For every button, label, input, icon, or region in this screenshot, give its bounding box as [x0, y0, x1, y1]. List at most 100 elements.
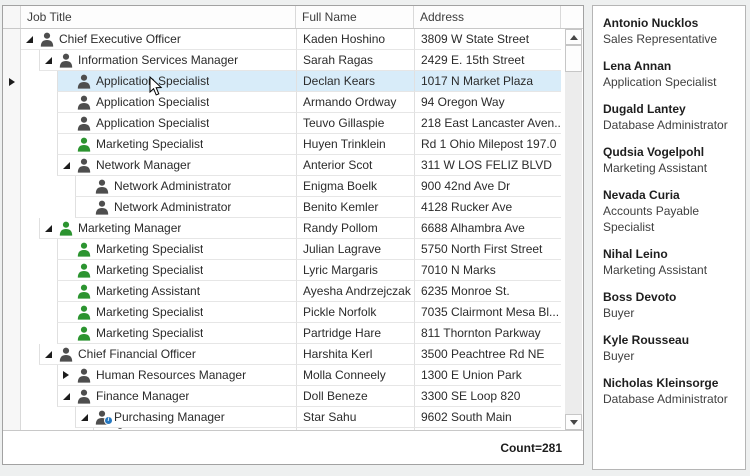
column-header-label: Full Name	[302, 10, 357, 24]
job-title-cell[interactable]: Marketing Assistant	[57, 281, 296, 302]
address-cell[interactable]: 900 42nd Ave Dr	[414, 176, 561, 197]
table-row[interactable]: Chief Executive Officer Kaden Hoshino 38…	[3, 29, 583, 50]
table-row[interactable]: Application Specialist Teuvo Gillaspie 2…	[3, 113, 583, 134]
job-title-cell[interactable]: Network Manager	[57, 155, 296, 176]
full-name-cell[interactable]: Benito Kemler	[296, 197, 414, 218]
table-row[interactable]: Network Administrator Enigma Boelk 900 4…	[3, 176, 583, 197]
full-name-cell[interactable]: Pickle Norfolk	[296, 302, 414, 323]
vertical-scrollbar[interactable]	[565, 29, 582, 430]
address-cell[interactable]: 3300 SE Loop 820	[414, 386, 561, 407]
expand-glyph-box[interactable]	[58, 393, 74, 400]
table-row[interactable]: Marketing Assistant Ayesha Andrzejczak 6…	[3, 281, 583, 302]
job-title-cell[interactable]: Network Administrator	[75, 197, 296, 218]
expand-glyph-box[interactable]	[76, 414, 92, 421]
full-name-cell[interactable]: Lyric Margaris	[296, 260, 414, 281]
table-row[interactable]: Human Resources Manager Molla Conneely 1…	[3, 365, 583, 386]
full-name-cell[interactable]: Declan Kears	[296, 71, 414, 92]
address-cell[interactable]: 3809 W State Street	[414, 29, 561, 50]
job-title-cell[interactable]: Marketing Specialist	[57, 239, 296, 260]
table-row[interactable]: Information Services Manager Sarah Ragas…	[3, 50, 583, 71]
table-row[interactable]: Marketing Specialist Pickle Norfolk 7035…	[3, 302, 583, 323]
scroll-up-button[interactable]	[565, 29, 582, 45]
job-title-cell[interactable]: Marketing Manager	[39, 218, 296, 239]
job-title-cell[interactable]: i Purchasing Manager	[75, 407, 296, 428]
expand-glyph-box[interactable]	[40, 225, 56, 232]
full-name-cell[interactable]: Star Sahu	[296, 407, 414, 428]
table-row[interactable]: Marketing Specialist Julian Lagrave 5750…	[3, 239, 583, 260]
address-cell[interactable]	[414, 428, 561, 430]
scrollbar-thumb[interactable]	[565, 45, 582, 72]
job-title-cell[interactable]: Chief Executive Officer	[21, 29, 296, 50]
job-title-cell[interactable]: Network Administrator	[75, 176, 296, 197]
table-row[interactable]: Application Specialist Declan Kears 1017…	[3, 71, 583, 92]
full-name-cell[interactable]: Enigma Boelk	[296, 176, 414, 197]
job-title-cell[interactable]: Finance Manager	[57, 386, 296, 407]
address-cell[interactable]: 7010 N Marks	[414, 260, 561, 281]
address-cell[interactable]: 5750 North First Street	[414, 239, 561, 260]
full-name-cell[interactable]: Anterior Scot	[296, 155, 414, 176]
table-row[interactable]: Finance Manager Doll Beneze 3300 SE Loop…	[3, 386, 583, 407]
full-name-cell[interactable]: Ayesha Andrzejczak	[296, 281, 414, 302]
full-name-cell[interactable]: Sarah Ragas	[296, 50, 414, 71]
address-cell[interactable]: 811 Thornton Parkway	[414, 323, 561, 344]
table-row[interactable]: Network Administrator Benito Kemler 4128…	[3, 197, 583, 218]
table-row[interactable]: Marketing Specialist Lyric Margaris 7010…	[3, 260, 583, 281]
job-title-cell[interactable]: Information Services Manager	[39, 50, 296, 71]
table-row[interactable]: Marketing Specialist Partridge Hare 811 …	[3, 323, 583, 344]
person-green-icon	[74, 242, 94, 257]
expand-glyph-box[interactable]	[21, 36, 37, 43]
full-name-cell[interactable]: Armando Ordway	[296, 92, 414, 113]
address-cell[interactable]: Rd 1 Ohio Milepost 197.0	[414, 134, 561, 155]
job-title-cell[interactable]: Human Resources Manager	[57, 365, 296, 386]
full-name-cell[interactable]: Doll Beneze	[296, 386, 414, 407]
address-cell[interactable]: 2429 E. 15th Street	[414, 50, 561, 71]
address-cell[interactable]: 94 Oregon Way	[414, 92, 561, 113]
address-cell[interactable]: 3500 Peachtree Rd NE	[414, 344, 561, 365]
full-name-cell[interactable]	[296, 428, 414, 430]
scroll-down-button[interactable]	[565, 414, 582, 430]
full-name-cell[interactable]: Randy Pollom	[296, 218, 414, 239]
full-name-cell[interactable]: Partridge Hare	[296, 323, 414, 344]
address-cell[interactable]: 1300 E Union Park	[414, 365, 561, 386]
expand-glyph-box[interactable]	[40, 351, 56, 358]
table-row[interactable]: i Purchasing Manager Star Sahu 9602 Sout…	[3, 407, 583, 428]
tree-indent	[21, 281, 57, 302]
address-cell[interactable]: 6688 Alhambra Ave	[414, 218, 561, 239]
partial-row[interactable]	[3, 428, 583, 430]
person-green-icon	[74, 305, 94, 320]
address-cell[interactable]: 311 W LOS FELIZ BLVD	[414, 155, 561, 176]
job-title-cell[interactable]: Chief Financial Officer	[39, 344, 296, 365]
table-row[interactable]: Marketing Manager Randy Pollom 6688 Alha…	[3, 218, 583, 239]
job-title-cell[interactable]: Application Specialist	[57, 71, 296, 92]
address-cell[interactable]: 7035 Clairmont Mesa Bl...	[414, 302, 561, 323]
job-title-cell[interactable]: Marketing Specialist	[57, 134, 296, 155]
address-cell[interactable]: 218 East Lancaster Aven...	[414, 113, 561, 134]
full-name-cell[interactable]: Julian Lagrave	[296, 239, 414, 260]
person-green-icon	[74, 137, 94, 152]
job-title-cell[interactable]: Application Specialist	[57, 92, 296, 113]
column-header-job-title[interactable]: Job Title	[21, 6, 296, 28]
job-title-cell[interactable]: Marketing Specialist	[57, 323, 296, 344]
full-name-cell[interactable]: Huyen Trinklein	[296, 134, 414, 155]
table-row[interactable]: Network Manager Anterior Scot 311 W LOS …	[3, 155, 583, 176]
address-cell[interactable]: 6235 Monroe St.	[414, 281, 561, 302]
expand-glyph-box[interactable]	[58, 162, 74, 169]
job-title-cell[interactable]: Marketing Specialist	[57, 260, 296, 281]
full-name-cell[interactable]: Kaden Hoshino	[296, 29, 414, 50]
address-cell[interactable]: 1017 N Market Plaza	[414, 71, 561, 92]
job-title-cell[interactable]	[93, 428, 296, 430]
full-name-cell[interactable]: Harshita Kerl	[296, 344, 414, 365]
expand-glyph-box[interactable]	[58, 371, 74, 379]
table-row[interactable]: Chief Financial Officer Harshita Kerl 35…	[3, 344, 583, 365]
address-cell[interactable]: 4128 Rucker Ave	[414, 197, 561, 218]
job-title-cell[interactable]: Application Specialist	[57, 113, 296, 134]
column-header-address[interactable]: Address	[414, 6, 561, 28]
table-row[interactable]: Application Specialist Armando Ordway 94…	[3, 92, 583, 113]
full-name-cell[interactable]: Teuvo Gillaspie	[296, 113, 414, 134]
full-name-cell[interactable]: Molla Conneely	[296, 365, 414, 386]
address-cell[interactable]: 9602 South Main	[414, 407, 561, 428]
job-title-cell[interactable]: Marketing Specialist	[57, 302, 296, 323]
table-row[interactable]: Marketing Specialist Huyen Trinklein Rd …	[3, 134, 583, 155]
column-header-full-name[interactable]: Full Name	[296, 6, 414, 28]
expand-glyph-box[interactable]	[40, 57, 56, 64]
